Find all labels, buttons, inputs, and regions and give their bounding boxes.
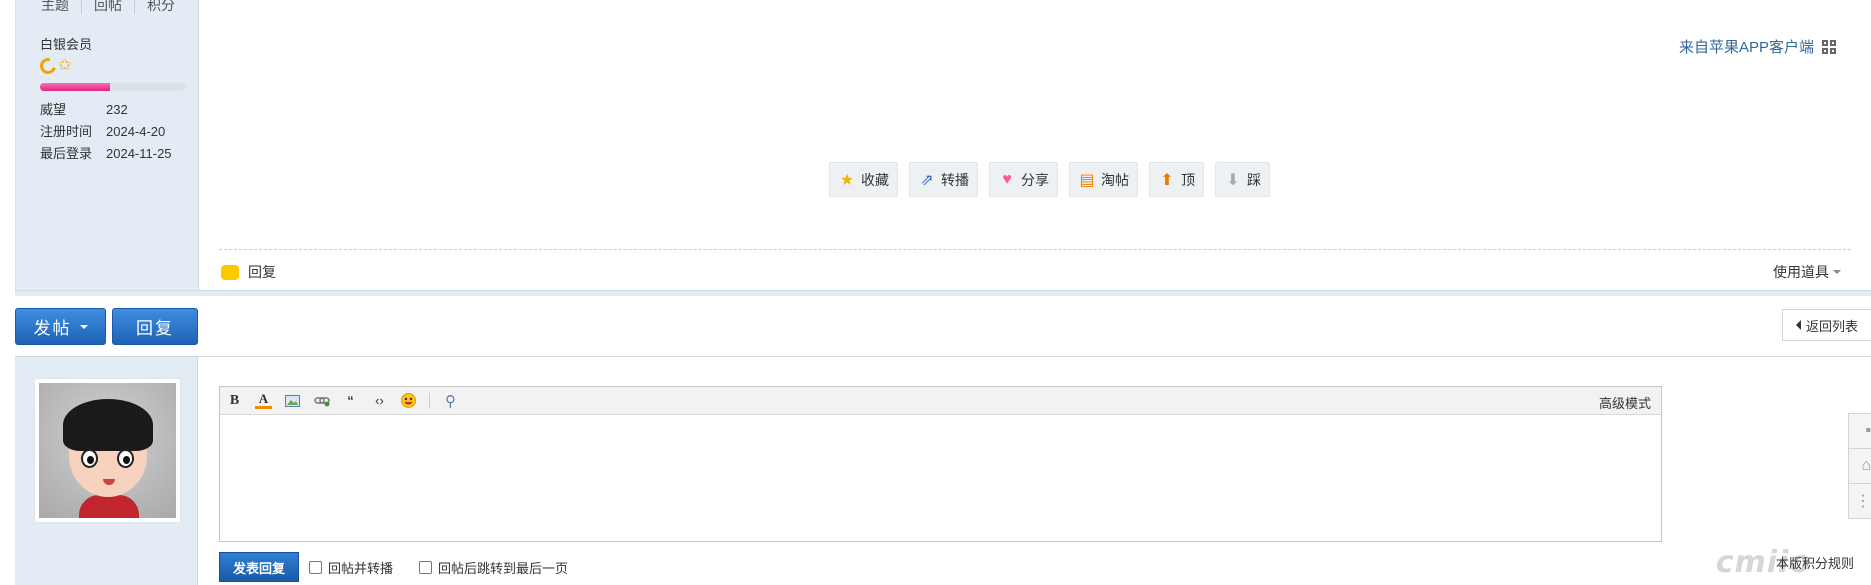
caret-left-icon (1795, 320, 1801, 330)
user-stats-tabs: 主题 回帖 积分 (41, 0, 187, 14)
post-author-sidebar: 主题 回帖 积分 白银会员 ✩ 威望 232 注册时间 2024-4-20 最后… (16, 0, 199, 290)
repost-checkbox[interactable]: 回帖并转播 (309, 558, 393, 577)
bold-icon[interactable]: B (226, 392, 243, 409)
rank-progress-bar (40, 83, 186, 91)
info-value: 2024-4-20 (106, 124, 166, 139)
downvote-button[interactable]: ⬇ 踩 (1215, 162, 1270, 197)
info-value: 232 (106, 102, 128, 117)
jump-last-page-checkbox[interactable]: 回帖后跳转到最后一页 (419, 558, 568, 577)
quick-reply-area: B A “ ‹› ⚲ 高级模式 发表回复 回帖并转播 回帖后跳转到最后一页 cm… (15, 356, 1871, 585)
smiley-icon[interactable] (400, 392, 417, 409)
rank-icons: ✩ (37, 55, 72, 77)
submit-row: 发表回复 回帖并转播 回帖后跳转到最后一页 (219, 552, 568, 582)
back-to-top-icon[interactable]: ⌂ (1848, 448, 1871, 484)
checkbox-box[interactable] (419, 560, 433, 574)
heart-icon: ♥ (1002, 170, 1012, 188)
image-icon[interactable] (284, 392, 301, 409)
favorite-button[interactable]: ★ 收藏 (829, 162, 898, 197)
post-divider (219, 249, 1851, 250)
rank-progress-fill (40, 83, 111, 91)
from-app-link[interactable]: 来自苹果APP客户端 (1679, 36, 1836, 57)
checkbox-box[interactable] (309, 560, 322, 574)
share-arrow-icon: ⇗ (920, 171, 934, 189)
comment-icon[interactable]: ▪ (1848, 413, 1871, 449)
moon-icon (37, 55, 59, 77)
reply-button-label: 回复 (136, 319, 174, 338)
points-rules-link[interactable]: 本版积分规则 (1776, 553, 1854, 572)
new-post-button[interactable]: 发帖 (15, 308, 106, 345)
info-row-prestige: 威望 232 (40, 99, 172, 121)
action-label: 转播 (941, 171, 969, 188)
post-actions: ★ 收藏 ⇗ 转播 ♥ 分享 ▤ 淘帖 ⬆ 顶 ⬇ 踩 (829, 162, 1270, 197)
code-icon[interactable]: ‹› (371, 392, 388, 409)
tray-icon: ▤ (1079, 171, 1095, 189)
post-container: 主题 回帖 积分 白银会员 ✩ 威望 232 注册时间 2024-4-20 最后… (15, 0, 1871, 290)
action-label: 踩 (1247, 171, 1261, 188)
user-rank[interactable]: 白银会员 (40, 34, 92, 53)
repost-button[interactable]: ⇗ 转播 (909, 162, 978, 197)
new-post-label: 发帖 (33, 319, 72, 338)
info-value: 2024-11-25 (106, 146, 172, 161)
arrow-down-icon: ⬇ (1226, 171, 1240, 189)
user-info: 威望 232 注册时间 2024-4-20 最后登录 2024-11-25 (40, 99, 172, 165)
back-to-list-label: 返回列表 (1805, 318, 1858, 334)
info-row-register-date: 注册时间 2024-4-20 (40, 121, 172, 143)
action-label: 顶 (1181, 171, 1195, 188)
checkbox-label: 回帖并转播 (328, 560, 394, 576)
qr-code-icon[interactable] (1822, 39, 1836, 54)
attachment-icon[interactable]: ⚲ (442, 392, 459, 410)
reply-button[interactable]: 回复 (112, 308, 198, 345)
info-key: 最后登录 (40, 146, 93, 161)
action-label: 收藏 (861, 171, 889, 188)
speech-bubble-icon (221, 264, 239, 280)
reply-editor: B A “ ‹› ⚲ 高级模式 (219, 386, 1662, 542)
share-button[interactable]: ♥ 分享 (989, 162, 1058, 197)
submit-reply-button[interactable]: 发表回复 (219, 552, 299, 582)
star-icon: ✩ (58, 57, 72, 74)
reply-link[interactable]: 回复 (221, 262, 276, 282)
avatar[interactable] (34, 378, 181, 523)
collect-thread-button[interactable]: ▤ 淘帖 (1069, 162, 1138, 197)
use-tool-label: 使用道具 (1773, 264, 1829, 280)
reply-sidebar (15, 357, 198, 585)
action-label: 分享 (1021, 171, 1049, 188)
action-label: 淘帖 (1101, 171, 1129, 188)
upvote-button[interactable]: ⬆ 顶 (1149, 162, 1204, 197)
info-row-last-login: 最后登录 2024-11-25 (40, 143, 172, 165)
stat-topics[interactable]: 主题 (41, 0, 81, 14)
info-key: 威望 (40, 102, 67, 117)
info-key: 注册时间 (40, 124, 93, 139)
toolbar-separator (429, 392, 430, 409)
floating-tools: ▪ ⌂ ⋮ (1848, 413, 1871, 519)
post-bottom-border (15, 290, 1871, 296)
use-tool-dropdown[interactable]: 使用道具 (1773, 262, 1841, 282)
advanced-mode-link[interactable]: 高级模式 (1599, 393, 1651, 412)
arrow-up-icon: ⬆ (1160, 171, 1174, 189)
editor-toolbar: B A “ ‹› ⚲ 高级模式 (220, 387, 1661, 415)
quote-icon[interactable]: “ (342, 392, 359, 409)
chevron-down-icon (1833, 270, 1841, 278)
checkbox-label: 回帖后跳转到最后一页 (438, 560, 569, 576)
chevron-down-icon (79, 324, 88, 333)
grid-menu-icon[interactable]: ⋮ (1848, 483, 1871, 519)
star-icon: ★ (839, 171, 855, 189)
from-app-label: 来自苹果APP客户端 (1678, 39, 1814, 56)
link-icon[interactable] (313, 392, 330, 409)
stat-replies[interactable]: 回帖 (81, 0, 134, 14)
back-to-list-button[interactable]: 返回列表 (1782, 309, 1871, 341)
reply-link-label: 回复 (248, 264, 276, 280)
stat-points[interactable]: 积分 (134, 0, 187, 14)
reply-textarea[interactable] (220, 415, 1661, 541)
font-color-icon[interactable]: A (255, 391, 272, 409)
avatar-image (39, 383, 176, 518)
